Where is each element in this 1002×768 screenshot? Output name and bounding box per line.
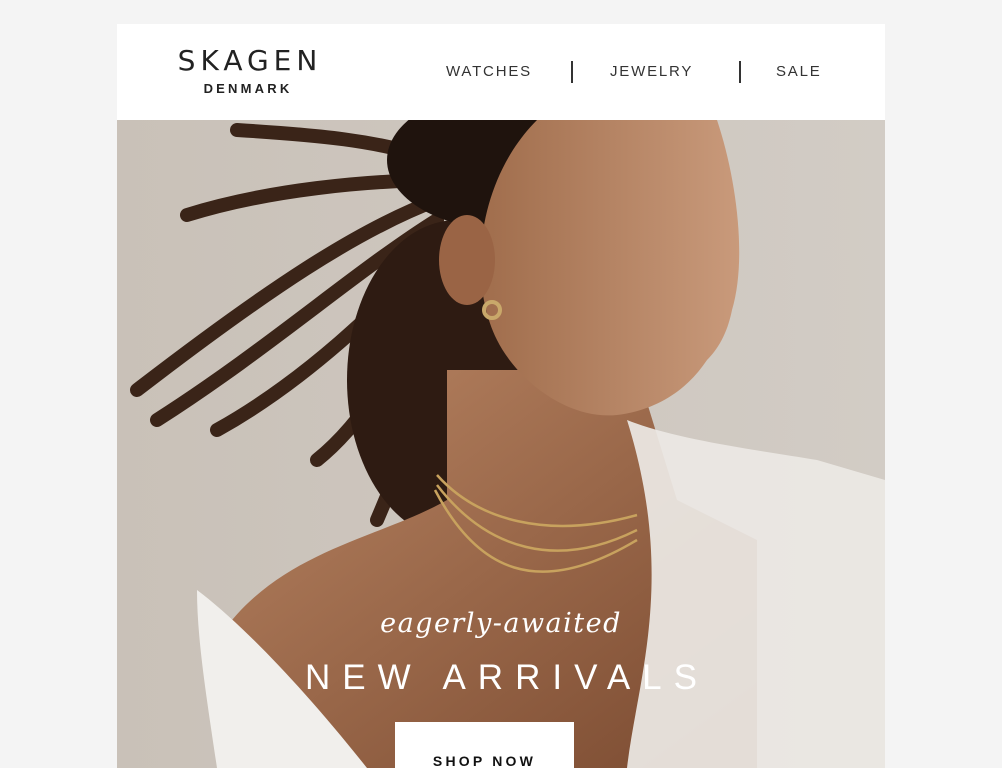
hero-tagline: eagerly-awaited bbox=[380, 608, 622, 639]
logo-subtitle: DENMARK bbox=[203, 81, 293, 96]
nav-divider bbox=[739, 61, 741, 83]
shop-now-button[interactable]: SHOP NOW bbox=[395, 722, 574, 768]
nav-link-watches[interactable]: WATCHES bbox=[446, 62, 532, 82]
hero-headline: NEW ARRIVALS bbox=[305, 658, 709, 697]
hero-banner[interactable]: eagerly-awaited NEW ARRIVALS SHOP NOW bbox=[117, 120, 885, 768]
nav-link-sale[interactable]: SALE bbox=[776, 62, 822, 82]
email-header: SKAGEN DENMARK WATCHES JEWELRY SALE bbox=[117, 24, 885, 120]
nav-divider bbox=[571, 61, 573, 83]
nav-link-jewelry[interactable]: JEWELRY bbox=[610, 62, 693, 82]
skagen-logo[interactable]: SKAGEN DENMARK bbox=[161, 46, 335, 97]
logo-name: SKAGEN bbox=[177, 44, 323, 77]
email-container: SKAGEN DENMARK WATCHES JEWELRY SALE eage… bbox=[117, 24, 885, 768]
